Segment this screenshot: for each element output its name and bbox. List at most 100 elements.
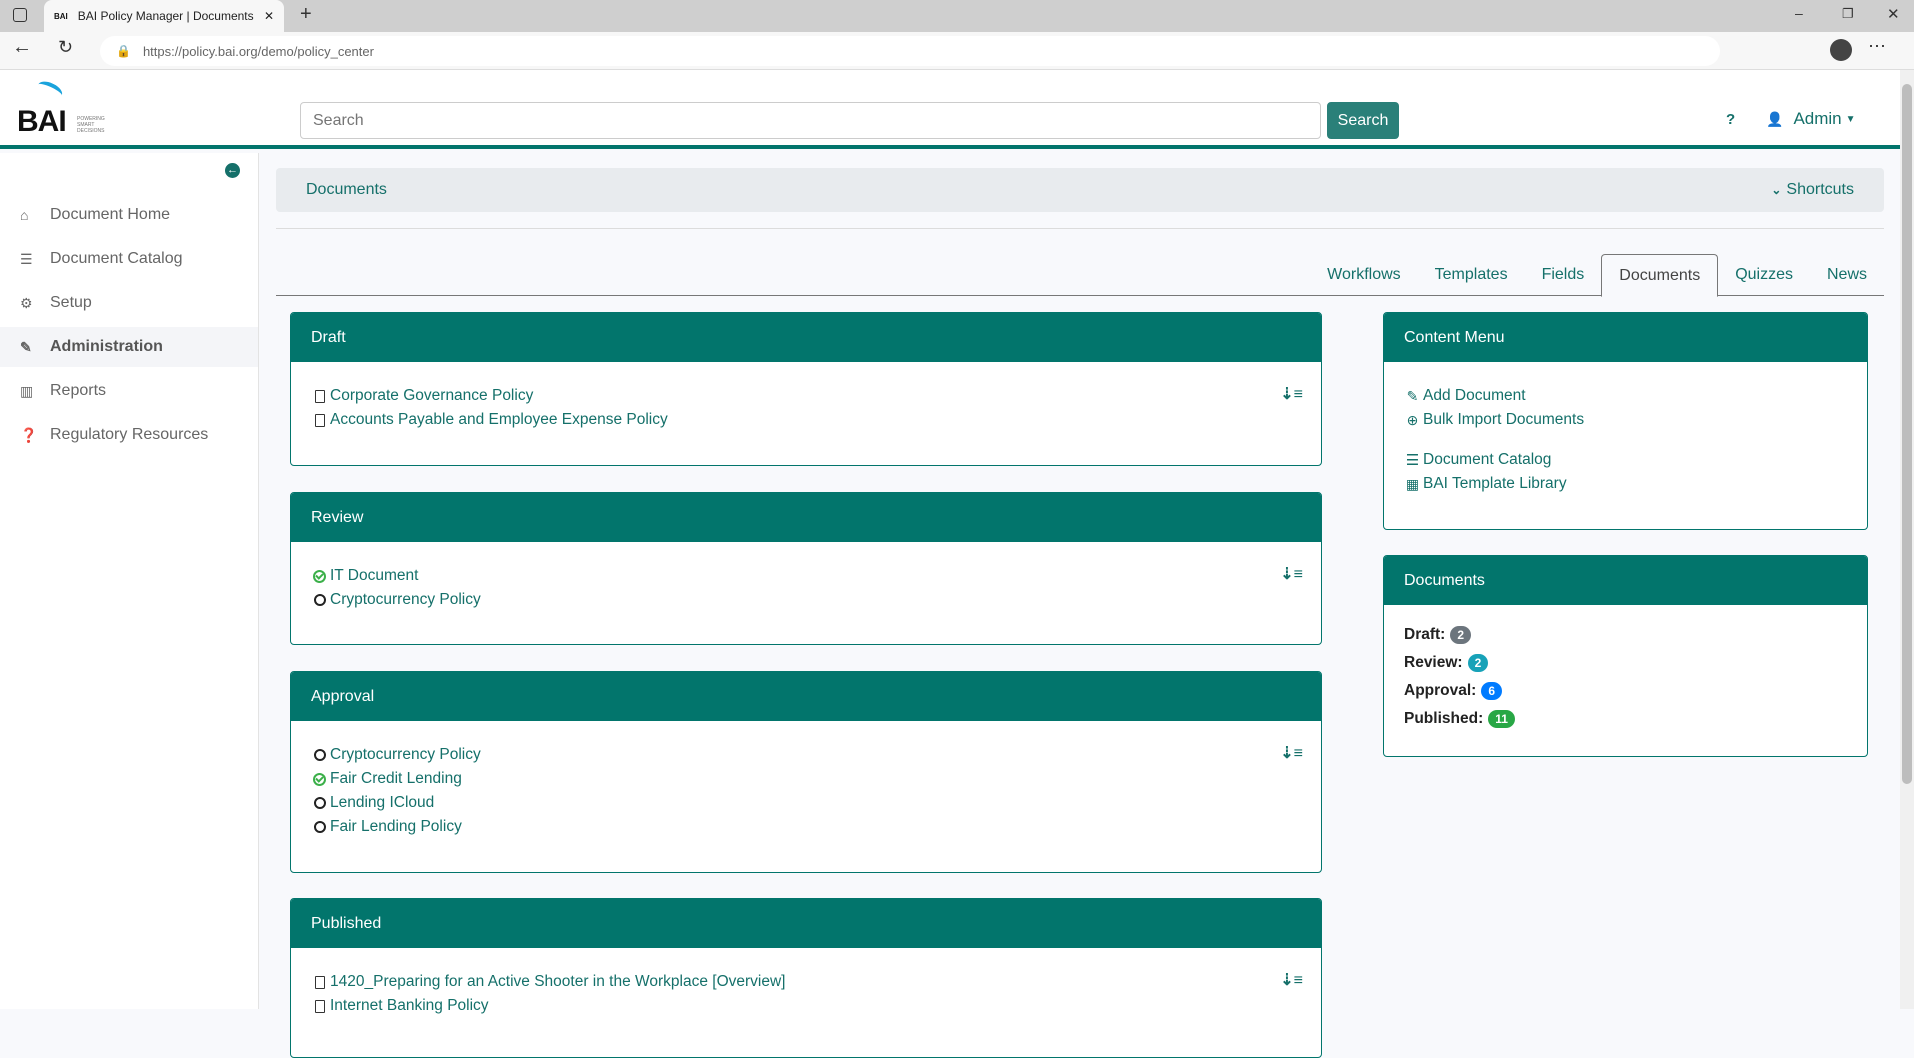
sidebar-item-regulatory-resources[interactable]: ❓ Regulatory Resources: [0, 415, 258, 455]
approval-panel: Approval ⇣≡ Cryptocurrency Policy Fair C…: [290, 671, 1322, 873]
browser-tab[interactable]: BAI BAI Policy Manager | Documents ✕: [44, 0, 284, 32]
tab-fields[interactable]: Fields: [1525, 254, 1602, 296]
breadcrumb: Documents ⌄ Shortcuts: [276, 168, 1884, 212]
minimize-icon[interactable]: –: [1795, 5, 1803, 21]
circle-icon: [313, 797, 326, 809]
restore-icon[interactable]: ❐: [1842, 6, 1854, 22]
user-icon: 👤: [1766, 110, 1784, 127]
list-item[interactable]: Cryptocurrency Policy: [311, 743, 1301, 767]
search-input[interactable]: [300, 102, 1321, 139]
review-panel: Review ⇣≡ IT Document Cryptocurrency Pol…: [290, 492, 1322, 645]
sidebar: ← ⌂ Document Home ☰ Document Catalog ⚙ Setu…: [0, 153, 259, 1009]
sidebar-item-reports[interactable]: ▥ Reports: [0, 371, 258, 411]
user-label: Admin: [1793, 109, 1842, 128]
search-button[interactable]: Search: [1327, 102, 1399, 139]
circle-icon: [313, 749, 326, 761]
reload-icon[interactable]: ↻: [58, 37, 73, 58]
new-tab-icon[interactable]: +: [300, 3, 312, 26]
template-library-link[interactable]: ▦ BAI Template Library: [1404, 472, 1847, 496]
documents-summary-panel: Documents Draft: 2 Review: 2 Approval: 6 Pu…: [1383, 555, 1868, 757]
question-circle-icon: ❓: [20, 426, 38, 443]
list-item[interactable]: Lending ICloud: [311, 791, 1301, 815]
panel-title: Review: [291, 493, 1321, 542]
document-catalog-link[interactable]: ☰ Document Catalog: [1404, 448, 1847, 472]
add-document-link[interactable]: ✎ Add Document: [1404, 384, 1847, 408]
list-item[interactable]: Fair Credit Lending: [311, 767, 1301, 791]
sidebar-item-document-home[interactable]: ⌂ Document Home: [0, 195, 258, 235]
favicon-icon: BAI: [54, 11, 68, 21]
check-circle-icon: [313, 772, 326, 786]
panel-title: Content Menu: [1384, 313, 1867, 362]
bulk-import-link[interactable]: ⊕ Bulk Import Documents: [1404, 408, 1847, 432]
panel-title: Published: [291, 899, 1321, 948]
caret-down-icon: ▼: [1845, 113, 1856, 125]
file-icon: [314, 389, 325, 403]
edit-square-icon: ✎: [1406, 387, 1419, 404]
bai-logo[interactable]: BAI POWERING SMART DECISIONS: [17, 78, 112, 138]
more-icon[interactable]: ⋯: [1868, 36, 1886, 57]
panel-title: Draft: [291, 313, 1321, 362]
count-badge: 6: [1481, 682, 1503, 700]
stat-draft: Draft: 2: [1404, 621, 1847, 649]
sort-icon[interactable]: ⇣≡: [1280, 564, 1303, 584]
list-icon: ☰: [20, 250, 33, 267]
help-button[interactable]: ?: [1726, 111, 1735, 128]
sort-icon[interactable]: ⇣≡: [1280, 384, 1303, 404]
file-icon: [314, 975, 325, 989]
shortcuts-toggle[interactable]: ⌄ Shortcuts: [1771, 181, 1854, 199]
close-window-icon[interactable]: ✕: [1887, 5, 1900, 23]
count-badge: 2: [1467, 654, 1489, 672]
count-badge: 2: [1450, 626, 1472, 644]
url-text: https://policy.bai.org/demo/policy_cente…: [142, 43, 374, 59]
file-icon: [314, 413, 325, 427]
draft-panel: Draft ⇣≡ Corporate Governance Policy Acc…: [290, 312, 1322, 466]
published-panel: Published ⇣≡ 1420_Preparing for an Activ…: [290, 898, 1322, 1058]
browser-tab-title: BAI Policy Manager | Documents: [77, 9, 254, 23]
list-item[interactable]: Cryptocurrency Policy: [311, 588, 1301, 612]
gears-icon: ⚙: [20, 294, 33, 311]
stat-published: Published: 11: [1404, 705, 1847, 733]
home-icon: ⌂: [20, 207, 29, 223]
tab-documents[interactable]: Documents: [1601, 254, 1719, 297]
user-menu[interactable]: 👤 Admin ▼: [1766, 109, 1856, 129]
profile-avatar[interactable]: [1830, 39, 1852, 61]
tab-actions-icon[interactable]: [13, 8, 27, 22]
stat-approval: Approval: 6: [1404, 677, 1847, 705]
sidebar-item-document-catalog[interactable]: ☰ Document Catalog: [0, 239, 258, 279]
circle-icon: [313, 594, 326, 606]
list-item[interactable]: Corporate Governance Policy: [311, 384, 1301, 408]
list-item[interactable]: Internet Banking Policy: [311, 994, 1301, 1018]
lock-icon: 🔒: [116, 44, 131, 58]
sort-icon[interactable]: ⇣≡: [1280, 970, 1303, 990]
divider: [276, 228, 1884, 229]
panel-title: Documents: [1384, 556, 1867, 605]
tab-news[interactable]: News: [1810, 254, 1884, 296]
back-icon[interactable]: ←: [12, 36, 32, 59]
scrollbar-thumb[interactable]: [1902, 84, 1912, 784]
url-field[interactable]: 🔒 https://policy.bai.org/demo/policy_cen…: [100, 36, 1720, 66]
tab-quizzes[interactable]: Quizzes: [1718, 254, 1810, 296]
collapse-sidebar-icon[interactable]: ←: [225, 163, 240, 178]
bar-chart-icon: ▥: [20, 382, 34, 399]
stat-review: Review: 2: [1404, 649, 1847, 677]
sort-icon[interactable]: ⇣≡: [1280, 743, 1303, 763]
tab-bar: Workflows Templates Fields Documents Qui…: [276, 254, 1884, 297]
breadcrumb-title[interactable]: Documents: [306, 181, 387, 199]
content-menu-panel: Content Menu ✎ Add Document ⊕ Bulk Import …: [1383, 312, 1868, 530]
list-item[interactable]: Accounts Payable and Employee Expense Po…: [311, 408, 1301, 432]
chevron-down-icon: ⌄: [1771, 183, 1782, 197]
panel-title: Approval: [291, 672, 1321, 721]
grid-icon: ▦: [1405, 475, 1420, 492]
tab-workflows[interactable]: Workflows: [1310, 254, 1418, 296]
list-item[interactable]: IT Document: [311, 564, 1301, 588]
close-tab-icon[interactable]: ✕: [264, 9, 274, 23]
browser-tab-strip: + – ❐ ✕: [0, 0, 1914, 32]
sidebar-item-administration[interactable]: ✎ Administration: [0, 327, 258, 367]
count-badge: 11: [1488, 710, 1515, 728]
pencil-icon: ✎: [20, 338, 32, 355]
sidebar-item-setup[interactable]: ⚙ Setup: [0, 283, 258, 323]
list-item[interactable]: 1420_Preparing for an Active Shooter in …: [311, 970, 1301, 994]
upload-circle-icon: ⊕: [1406, 411, 1419, 428]
list-item[interactable]: Fair Lending Policy: [311, 815, 1301, 839]
tab-templates[interactable]: Templates: [1418, 254, 1525, 296]
